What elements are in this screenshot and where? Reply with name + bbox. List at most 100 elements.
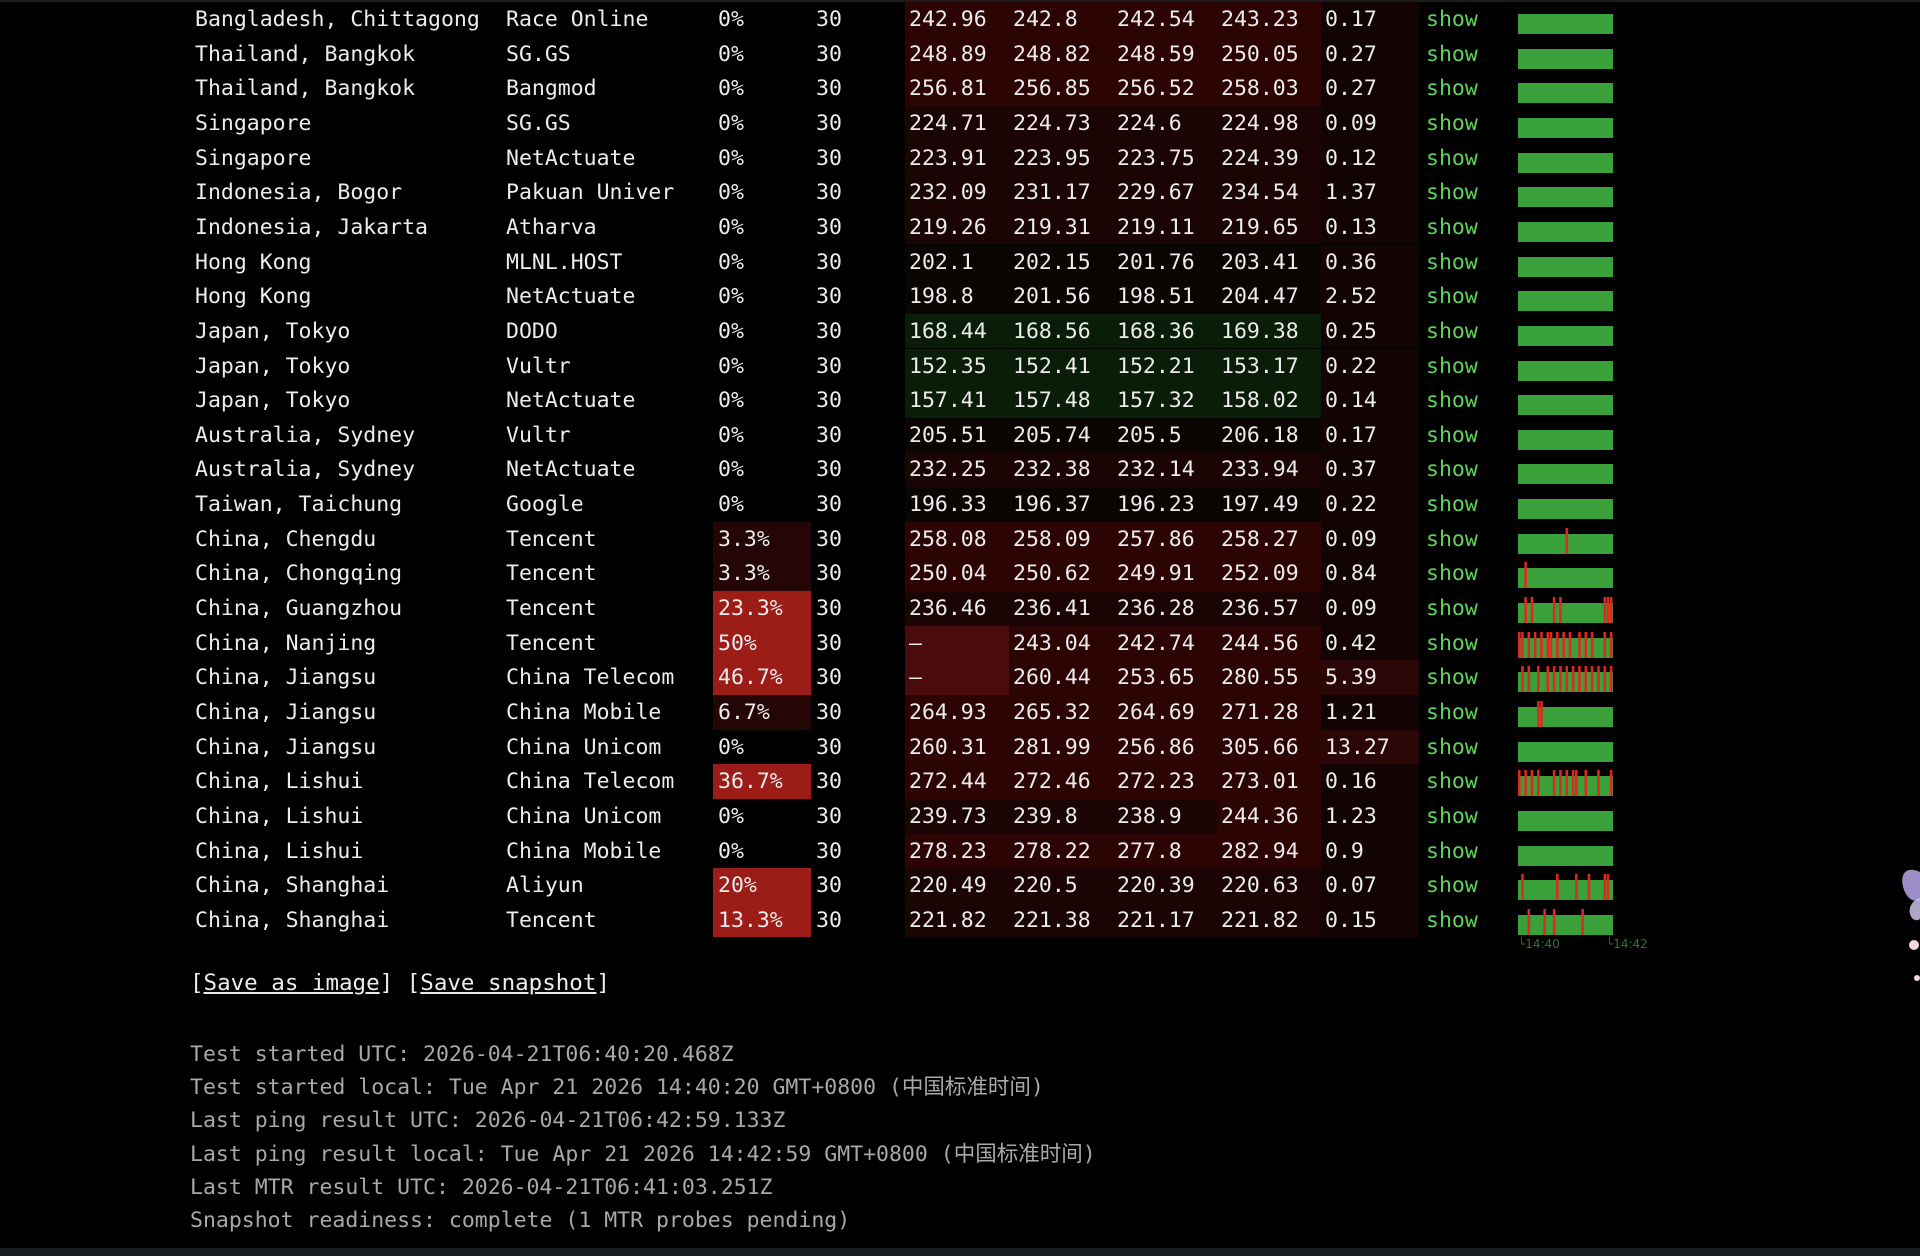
mtr-show-link[interactable]: show (1426, 695, 1478, 730)
loss-cell: 0% (718, 284, 744, 310)
avg-latency-cell: 220.5 (1009, 868, 1113, 903)
graph-loss-mark (1571, 666, 1575, 693)
save-as-image-link[interactable]: Save as image (204, 970, 380, 996)
location-cell: Hong Kong (195, 284, 312, 310)
best-latency-cell: 257.86 (1113, 521, 1217, 557)
mtr-show-link[interactable]: show (1426, 487, 1478, 522)
last-latency-cell: 196.33 (905, 487, 1009, 522)
loss-graph (1518, 175, 1614, 210)
best-latency-cell: 264.69 (1113, 695, 1217, 730)
avg-latency-cell: 260.44 (1009, 660, 1113, 695)
bottom-border (0, 1248, 1920, 1256)
last-latency-cell: 278.23 (905, 833, 1009, 869)
graph-loss-mark (1603, 631, 1607, 658)
worst-latency-cell: 219.65 (1217, 209, 1321, 245)
mtr-show-link[interactable]: show (1426, 418, 1478, 453)
table-row: Singapore NetActuate 0% 30 223.91 223.95 223.7… (0, 140, 1920, 176)
mtr-show-link[interactable]: show (1426, 245, 1478, 280)
provider-cell: Tencent (506, 630, 597, 656)
mtr-show-link[interactable]: show (1426, 141, 1478, 176)
sent-cell: 30 (816, 76, 842, 102)
mtr-show-link[interactable]: show (1426, 383, 1478, 418)
avg-latency-cell: 205.74 (1009, 417, 1113, 453)
mtr-show-link[interactable]: show (1426, 903, 1478, 938)
table-row: Australia, Sydney NetActuate 0% 30 232.25 232… (0, 452, 1920, 488)
test-info: Test started UTC: 2026-04-21T06:40:20.46… (190, 1038, 1096, 1237)
loss-cell: 0% (718, 214, 744, 240)
last-latency-cell: 264.93 (905, 695, 1009, 730)
worst-latency-cell: 206.18 (1217, 417, 1321, 453)
mtr-show-link[interactable]: show (1426, 626, 1478, 661)
mtr-show-link[interactable]: show (1426, 349, 1478, 384)
last-latency-cell: 236.46 (905, 591, 1009, 626)
sent-cell: 30 (816, 630, 842, 656)
avg-latency-cell: 221.38 (1009, 902, 1113, 938)
loss-graph (1518, 730, 1614, 765)
location-cell: Indonesia, Jakarta (195, 214, 428, 240)
mtr-show-link[interactable]: show (1426, 556, 1478, 591)
last-latency-cell: 220.49 (905, 868, 1009, 903)
mtr-show-link[interactable]: show (1426, 591, 1478, 626)
mtr-show-link[interactable]: show (1426, 730, 1478, 765)
mtr-show-link[interactable]: show (1426, 868, 1478, 903)
mtr-show-link[interactable]: show (1426, 37, 1478, 72)
best-latency-cell: 152.21 (1113, 348, 1217, 384)
mtr-show-link[interactable]: show (1426, 799, 1478, 834)
loss-graph (1518, 37, 1614, 72)
loss-cell: 23.3% (713, 591, 811, 626)
best-latency-cell: 198.51 (1113, 279, 1217, 314)
sent-cell: 30 (816, 838, 842, 864)
worst-latency-cell: 234.54 (1217, 175, 1321, 210)
mtr-show-link[interactable]: show (1426, 175, 1478, 210)
mtr-show-link[interactable]: show (1426, 210, 1478, 245)
graph-loss-mark (1597, 666, 1600, 693)
stdev-cell: 0.27 (1321, 36, 1419, 72)
mtr-show-link[interactable]: show (1426, 452, 1478, 487)
table-row: China, Nanjing Tencent 50% 30 –243.04 242.74 2… (0, 625, 1920, 661)
best-latency-cell: 201.76 (1113, 244, 1217, 280)
mtr-show-link[interactable]: show (1426, 834, 1478, 869)
mtr-show-link[interactable]: show (1426, 764, 1478, 799)
mtr-show-link[interactable]: show (1426, 314, 1478, 349)
stdev-cell: 0.22 (1321, 487, 1419, 522)
graph-loss-mark (1556, 631, 1559, 658)
best-latency-cell: 157.32 (1113, 383, 1217, 418)
loss-cell: 0% (718, 734, 744, 760)
stdev-cell: 0.09 (1321, 521, 1419, 557)
worst-latency-cell: 282.94 (1217, 833, 1321, 869)
graph-loss-mark (1530, 770, 1534, 797)
mtr-show-link[interactable]: show (1426, 660, 1478, 695)
table-row: Thailand, Bangkok SG.GS 0% 30 248.89 248.82 24… (0, 36, 1920, 72)
graph-loss-mark (1559, 597, 1562, 624)
mtr-show-link[interactable]: show (1426, 106, 1478, 141)
mtr-show-link[interactable]: show (1426, 71, 1478, 106)
loss-graph (1518, 2, 1614, 37)
table-row: China, Jiangsu China Telecom 46.7% 30 –260.4… (0, 660, 1920, 695)
avg-latency-cell: 265.32 (1009, 695, 1113, 730)
worst-latency-cell: 243.23 (1217, 2, 1321, 37)
location-cell: China, Lishui (195, 769, 364, 795)
stdev-cell: 1.23 (1321, 798, 1419, 834)
save-snapshot-link[interactable]: Save snapshot (420, 970, 596, 996)
graph-loss-mark (1540, 631, 1543, 658)
sent-cell: 30 (816, 492, 842, 518)
loss-cell: 6.7% (713, 695, 811, 730)
location-cell: China, Jiangsu (195, 700, 377, 725)
location-cell: Bangladesh, Chittagong (195, 7, 480, 32)
mtr-show-link[interactable]: show (1426, 522, 1478, 557)
mtr-show-link[interactable]: show (1426, 2, 1478, 37)
sent-cell: 30 (816, 700, 842, 725)
location-cell: China, Lishui (195, 838, 364, 864)
last-latency-cell: 198.8 (905, 279, 1009, 314)
graph-loss-mark (1603, 597, 1607, 624)
location-cell: Taiwan, Taichung (195, 492, 403, 518)
sent-cell: 30 (816, 180, 842, 206)
last-latency-cell: 219.26 (905, 209, 1009, 245)
sent-cell: 30 (816, 457, 842, 483)
provider-cell: China Telecom (506, 665, 675, 691)
best-latency-cell: 253.65 (1113, 660, 1217, 695)
actions-bar: [Save as image] [Save snapshot] (190, 970, 610, 996)
mtr-show-link[interactable]: show (1426, 279, 1478, 314)
best-latency-cell: 238.9 (1113, 798, 1217, 834)
loss-cell: 0% (718, 353, 744, 379)
